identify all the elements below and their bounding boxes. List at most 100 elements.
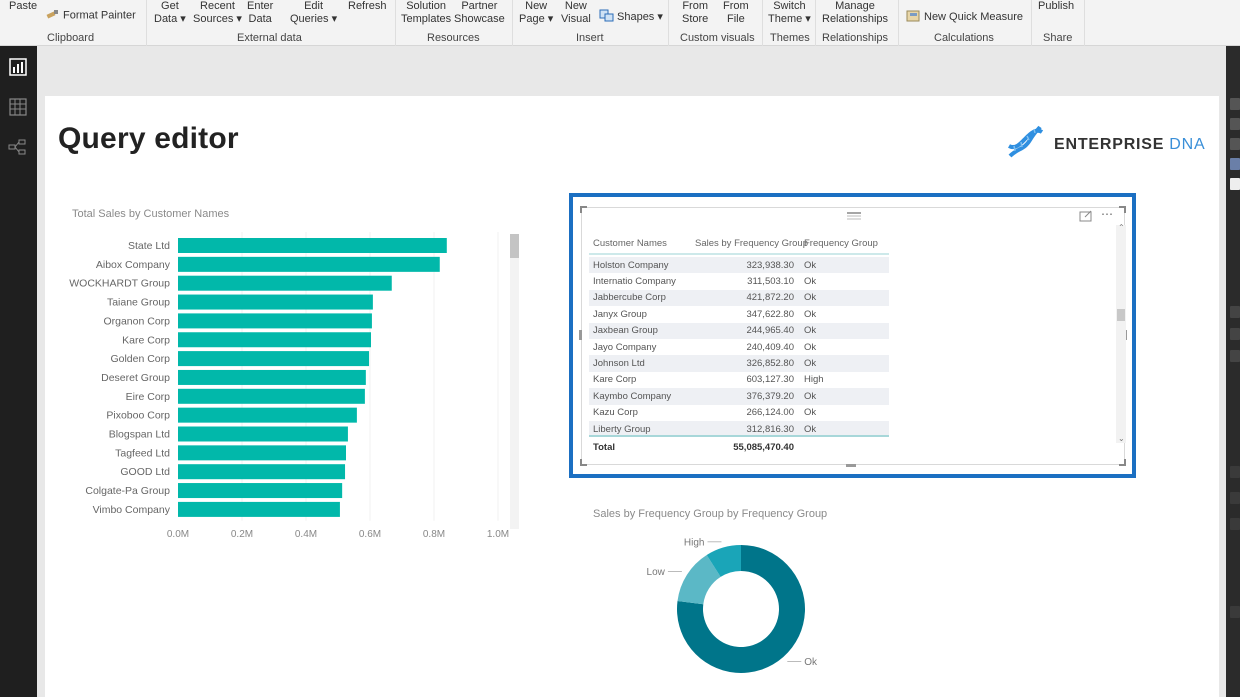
report-view-button[interactable]: [6, 57, 30, 81]
format-painter-button[interactable]: Format Painter: [46, 9, 136, 23]
table-cell: Johnson Ltd: [593, 358, 645, 370]
field-well[interactable]: [1230, 492, 1240, 504]
ribbon-separator: [395, 0, 396, 46]
publish-button[interactable]: Publish: [1038, 0, 1074, 13]
logo-text-dna: DNA: [1169, 135, 1206, 153]
powerbi-window: Paste Format Painter Clipboard Get Data …: [0, 0, 1240, 697]
table-cell: Ok: [804, 259, 817, 271]
table-row[interactable]: Kaymbo Company 376,379.20 Ok: [589, 388, 889, 405]
table-row[interactable]: Jaxbean Group 244,965.40 Ok: [589, 322, 889, 339]
category-label: Aibox Company: [96, 259, 171, 271]
from-store-button[interactable]: From Store: [682, 0, 708, 25]
table-row[interactable]: Kare Corp 603,127.30 High: [589, 372, 889, 388]
new-visual-button[interactable]: New Visual: [561, 0, 591, 25]
table-row[interactable]: Internatio Company 311,503.10 Ok: [589, 273, 889, 289]
donut-label: Low: [647, 567, 666, 578]
scroll-down-icon[interactable]: ⌄: [1118, 434, 1125, 443]
more-options-icon[interactable]: ⋯: [1101, 207, 1114, 221]
enter-data-button[interactable]: Enter Data: [247, 0, 273, 25]
table-row[interactable]: Liberty Group 312,816.30 Ok: [589, 420, 889, 435]
column-header[interactable]: Sales by Frequency Group: [685, 238, 808, 249]
table-cell: 376,379.20: [746, 390, 794, 402]
recent-sources-button[interactable]: Recent Sources ▾: [193, 0, 242, 25]
switch-theme-button[interactable]: Switch Theme ▾: [768, 0, 811, 25]
table-cell: 311,503.10: [747, 276, 794, 288]
from-file-button[interactable]: From File: [723, 0, 749, 25]
ribbon-separator: [1031, 0, 1032, 46]
visual-icon[interactable]: [1230, 98, 1240, 110]
solution-templates-button[interactable]: Solution Templates: [401, 0, 451, 25]
scrollbar-thumb[interactable]: [1117, 309, 1125, 321]
relationships-view-button[interactable]: [6, 137, 30, 161]
resize-handle-bottom[interactable]: [846, 464, 856, 467]
table-visual[interactable]: ⋯ Customer Names Sales by Frequency Grou…: [569, 193, 1136, 478]
resize-handle[interactable]: [1119, 459, 1126, 466]
group-label-insert: Insert: [576, 32, 604, 44]
field-well[interactable]: [1230, 466, 1240, 478]
bar[interactable]: [178, 351, 370, 367]
field-well[interactable]: [1230, 306, 1240, 318]
table-row[interactable]: Jayo Company 240,409.40 Ok: [589, 339, 889, 355]
get-data-button[interactable]: Get Data ▾: [154, 0, 186, 25]
table-row[interactable]: Janyx Group 347,622.80 Ok: [589, 306, 889, 322]
new-page-button[interactable]: New Page ▾: [519, 0, 553, 25]
scroll-up-icon[interactable]: ⌃: [1118, 223, 1125, 232]
shapes-button[interactable]: Shapes ▾: [599, 9, 663, 26]
bar-chart-icon: [9, 57, 27, 81]
focus-mode-icon[interactable]: [1079, 209, 1093, 227]
field-well[interactable]: [1230, 518, 1240, 530]
brush-icon: [46, 9, 60, 23]
visual-icon[interactable]: [1230, 178, 1240, 190]
bar[interactable]: [178, 388, 365, 404]
bar[interactable]: [178, 483, 343, 499]
resize-handle[interactable]: [580, 459, 587, 466]
scrollbar-thumb[interactable]: [510, 234, 519, 258]
column-header[interactable]: Frequency Group: [802, 238, 889, 249]
bar[interactable]: [178, 256, 440, 272]
table-row[interactable]: Jabbercube Corp 421,872.20 Ok: [589, 289, 889, 307]
table-scrollbar[interactable]: ⌃ ⌄: [1116, 223, 1126, 443]
field-well[interactable]: [1230, 350, 1240, 362]
edit-queries-button[interactable]: Edit Queries ▾: [290, 0, 337, 25]
bar-chart[interactable]: 0.0M 0.2M 0.4M 0.6M 0.8M 1.0M State Ltd Aibox C…: [60, 230, 525, 550]
table-body: Holston Company 323,938.30 Ok Internatio Co…: [589, 255, 889, 437]
bar[interactable]: [178, 332, 372, 348]
bar[interactable]: [178, 275, 392, 291]
bar[interactable]: [178, 501, 340, 517]
bar[interactable]: [178, 464, 346, 480]
visualizations-pane[interactable]: [1226, 46, 1240, 697]
calculator-icon: [906, 9, 921, 26]
visual-icon[interactable]: [1230, 118, 1240, 130]
bar[interactable]: [178, 294, 373, 310]
category-label: Organon Corp: [103, 315, 170, 327]
table-row[interactable]: Holston Company 323,938.30 Ok: [589, 257, 889, 274]
table-cell: Internatio Company: [593, 276, 676, 288]
bar[interactable]: [178, 313, 372, 329]
bar[interactable]: [178, 445, 346, 461]
group-label-custom-visuals: Custom visuals: [680, 32, 755, 44]
table-row[interactable]: Kazu Corp 266,124.00 Ok: [589, 405, 889, 421]
visual-icon[interactable]: [1230, 158, 1240, 170]
new-quick-measure-button[interactable]: New Quick Measure: [906, 9, 1023, 26]
partner-showcase-button[interactable]: Partner Showcase: [454, 0, 505, 25]
field-well[interactable]: [1230, 328, 1240, 340]
bar[interactable]: [178, 426, 348, 442]
data-view-button[interactable]: [6, 97, 30, 121]
field-well[interactable]: [1230, 606, 1240, 618]
bar[interactable]: [178, 238, 447, 253]
manage-relationships-button[interactable]: Manage Relationships: [822, 0, 888, 25]
paste-button[interactable]: Paste: [9, 0, 37, 13]
resize-handle[interactable]: [580, 206, 587, 213]
donut-chart[interactable]: Ok Low High: [600, 525, 840, 697]
bar[interactable]: [178, 369, 366, 385]
refresh-button[interactable]: Refresh: [348, 0, 387, 13]
column-header[interactable]: Customer Names: [589, 238, 685, 249]
resize-handle-left[interactable]: [579, 330, 582, 340]
resize-handle[interactable]: [1119, 206, 1126, 213]
drag-handle-icon[interactable]: [846, 208, 862, 226]
visual-icon[interactable]: [1230, 138, 1240, 150]
table-row[interactable]: Johnson Ltd 326,852.80 Ok: [589, 355, 889, 372]
chart-scrollbar[interactable]: [510, 234, 519, 529]
table-cell: 323,938.30: [746, 259, 794, 271]
bar[interactable]: [178, 407, 357, 423]
